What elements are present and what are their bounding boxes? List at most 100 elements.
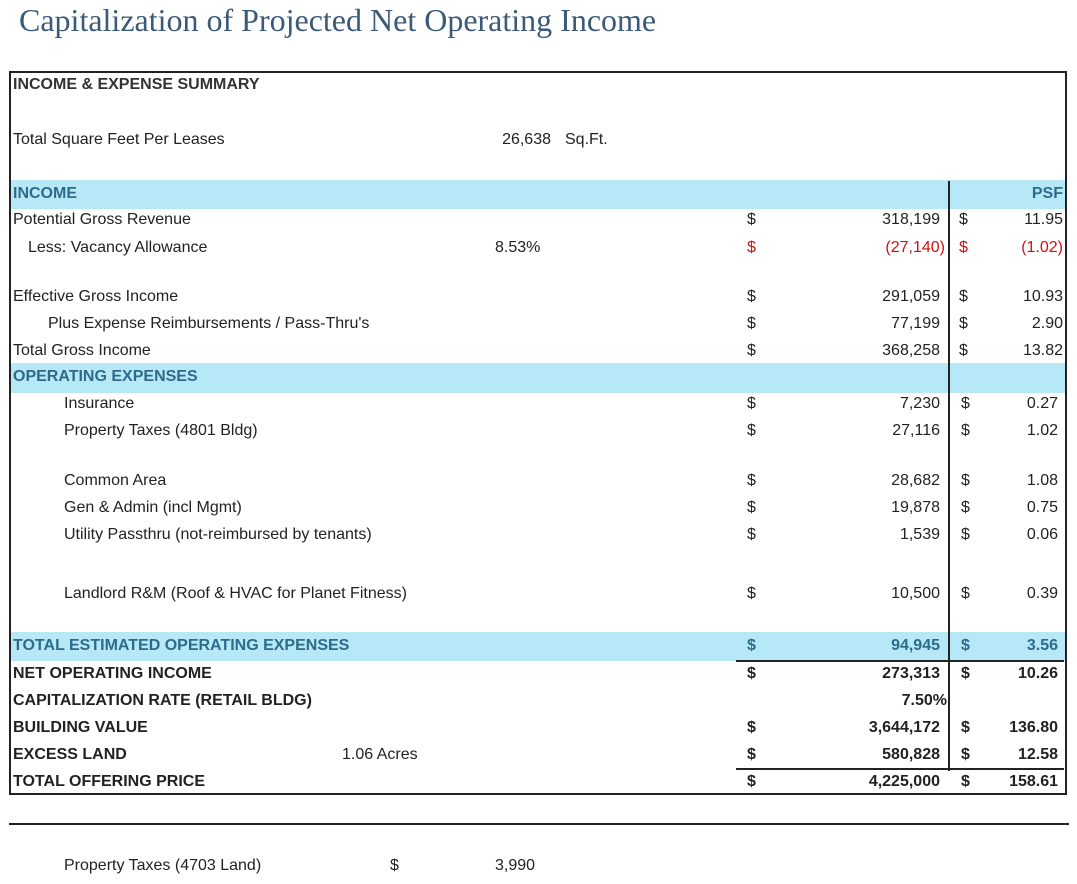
sqft-label: Total Square Feet Per Leases: [13, 131, 225, 148]
row-label: TOTAL OFFERING PRICE: [13, 773, 206, 790]
amount: 273,313: [882, 665, 940, 682]
expenses-header: OPERATING EXPENSES: [13, 368, 198, 385]
noi-row: NET OPERATING INCOME $ 273,313 $ 10.26: [11, 660, 1065, 687]
currency-sign: $: [747, 342, 756, 359]
psf-currency-sign: $: [961, 472, 970, 489]
property-taxes-row: Property Taxes (4801 Bldg) $ 27,116 $ 1.…: [11, 417, 1065, 444]
row-label: Utility Passthru (not-reimbursed by tena…: [64, 526, 372, 543]
utility-row: Utility Passthru (not-reimbursed by tena…: [11, 521, 1065, 548]
psf-currency-sign: $: [961, 422, 970, 439]
currency-sign: $: [747, 211, 756, 228]
income-header: INCOME: [13, 185, 77, 202]
row-label: BUILDING VALUE: [13, 719, 148, 736]
row-label: Plus Expense Reimbursements / Pass-Thru'…: [48, 315, 370, 332]
psf-currency-sign: $: [961, 719, 970, 736]
amount: 94,945: [891, 637, 940, 654]
amount: 77,199: [891, 315, 940, 332]
sqft-unit: Sq.Ft.: [565, 131, 608, 148]
common-area-row: Common Area $ 28,682 $ 1.08: [11, 467, 1065, 494]
reimbursements-row: Plus Expense Reimbursements / Pass-Thru'…: [11, 310, 1065, 337]
row-label: Less: Vacancy Allowance: [28, 239, 208, 256]
footer-row: Property Taxes (4703 Land) $ 3,990: [11, 852, 1065, 879]
psf-value: 0.27: [1026, 395, 1058, 412]
currency-sign: $: [747, 773, 756, 790]
psf-currency-sign: $: [961, 526, 970, 543]
psf-value: 1.08: [1026, 472, 1058, 489]
vacancy-rate: 8.53%: [495, 239, 541, 256]
amount: (27,140): [885, 239, 945, 256]
psf-currency-sign: $: [961, 637, 970, 654]
sqft-value: 26,638: [502, 131, 551, 148]
psf-header: PSF: [1031, 185, 1063, 202]
currency-sign: $: [747, 746, 756, 763]
psf-value: 158.61: [1009, 773, 1058, 790]
amount: 580,828: [882, 746, 940, 763]
row-label: CAPITALIZATION RATE (RETAIL BLDG): [13, 692, 312, 709]
amount: 291,059: [882, 288, 940, 305]
sqft-row: Total Square Feet Per Leases 26,638 Sq.F…: [11, 126, 1065, 153]
psf-value: 0.75: [1026, 499, 1058, 516]
psf-currency-sign: $: [961, 499, 970, 516]
amount: 3,990: [495, 857, 536, 874]
amount: 28,682: [891, 472, 940, 489]
psf-currency-sign: $: [959, 288, 968, 305]
psf-currency-sign: $: [961, 665, 970, 682]
row-label: TOTAL ESTIMATED OPERATING EXPENSES: [13, 637, 350, 654]
effective-gross-row: Effective Gross Income $ 291,059 $ 10.93: [11, 283, 1065, 310]
amount: 368,258: [882, 342, 940, 359]
page-title: Capitalization of Projected Net Operatin…: [19, 2, 657, 38]
row-label: NET OPERATING INCOME: [13, 665, 212, 682]
psf-currency-sign: $: [961, 773, 970, 790]
landlord-rm-row: Landlord R&M (Roof & HVAC for Planet Fit…: [11, 580, 1065, 607]
noi-top-rule: [736, 660, 1064, 662]
row-label: Common Area: [64, 472, 167, 489]
psf-column-divider: [948, 181, 950, 771]
amount: 27,116: [892, 422, 940, 439]
currency-sign: $: [747, 665, 756, 682]
currency-sign: $: [747, 315, 756, 332]
total-gross-row: Total Gross Income $ 368,258 $ 13.82: [11, 337, 1065, 364]
currency-sign: $: [747, 499, 756, 516]
psf-currency-sign: $: [959, 315, 968, 332]
gen-admin-row: Gen & Admin (incl Mgmt) $ 19,878 $ 0.75: [11, 494, 1065, 521]
psf-value: 2.90: [1031, 315, 1063, 332]
currency-sign: $: [747, 288, 756, 305]
summary-header: INCOME & EXPENSE SUMMARY: [13, 76, 260, 93]
excess-land-acres: 1.06 Acres: [342, 746, 418, 763]
psf-value: 10.93: [1022, 288, 1063, 305]
row-label: Property Taxes (4801 Bldg): [64, 422, 258, 439]
amount: 10,500: [891, 585, 940, 602]
currency-sign: $: [747, 637, 756, 654]
amount: 19,878: [891, 499, 940, 516]
amount: 318,199: [882, 211, 940, 228]
row-label: Property Taxes (4703 Land): [64, 857, 262, 874]
row-label: Potential Gross Revenue: [13, 211, 191, 228]
row-label: Total Gross Income: [13, 342, 151, 359]
amount: 7,230: [899, 395, 940, 412]
amount: 4,225,000: [868, 773, 940, 790]
currency-sign: $: [747, 422, 756, 439]
psf-value: 0.06: [1026, 526, 1058, 543]
psf-value: 0.39: [1026, 585, 1058, 602]
insurance-row: Insurance $ 7,230 $ 0.27: [11, 390, 1065, 417]
amount: 1,539: [899, 526, 940, 543]
cap-rate-value: 7.50%: [901, 692, 947, 709]
psf-currency-sign: $: [961, 585, 970, 602]
expenses-header-row: OPERATING EXPENSES: [11, 363, 1065, 393]
income-header-row: INCOME PSF: [11, 180, 1065, 209]
row-label: Insurance: [64, 395, 135, 412]
psf-currency-sign: $: [961, 746, 970, 763]
potential-gross-row: Potential Gross Revenue $ 318,199 $ 11.9…: [11, 206, 1065, 233]
row-label: EXCESS LAND: [13, 746, 127, 763]
psf-value: 11.95: [1024, 211, 1063, 228]
currency-sign: $: [747, 719, 756, 736]
psf-value: 12.58: [1017, 746, 1058, 763]
psf-currency-sign: $: [959, 211, 968, 228]
currency-sign: $: [747, 585, 756, 602]
summary-header-row: INCOME & EXPENSE SUMMARY: [11, 71, 1065, 98]
psf-currency-sign: $: [959, 342, 968, 359]
offering-price-row: TOTAL OFFERING PRICE $ 4,225,000 $ 158.6…: [11, 768, 1065, 795]
psf-value: 13.82: [1022, 342, 1063, 359]
row-label: Landlord R&M (Roof & HVAC for Planet Fit…: [64, 585, 407, 602]
total-expenses-row: TOTAL ESTIMATED OPERATING EXPENSES $ 94,…: [11, 632, 1065, 661]
